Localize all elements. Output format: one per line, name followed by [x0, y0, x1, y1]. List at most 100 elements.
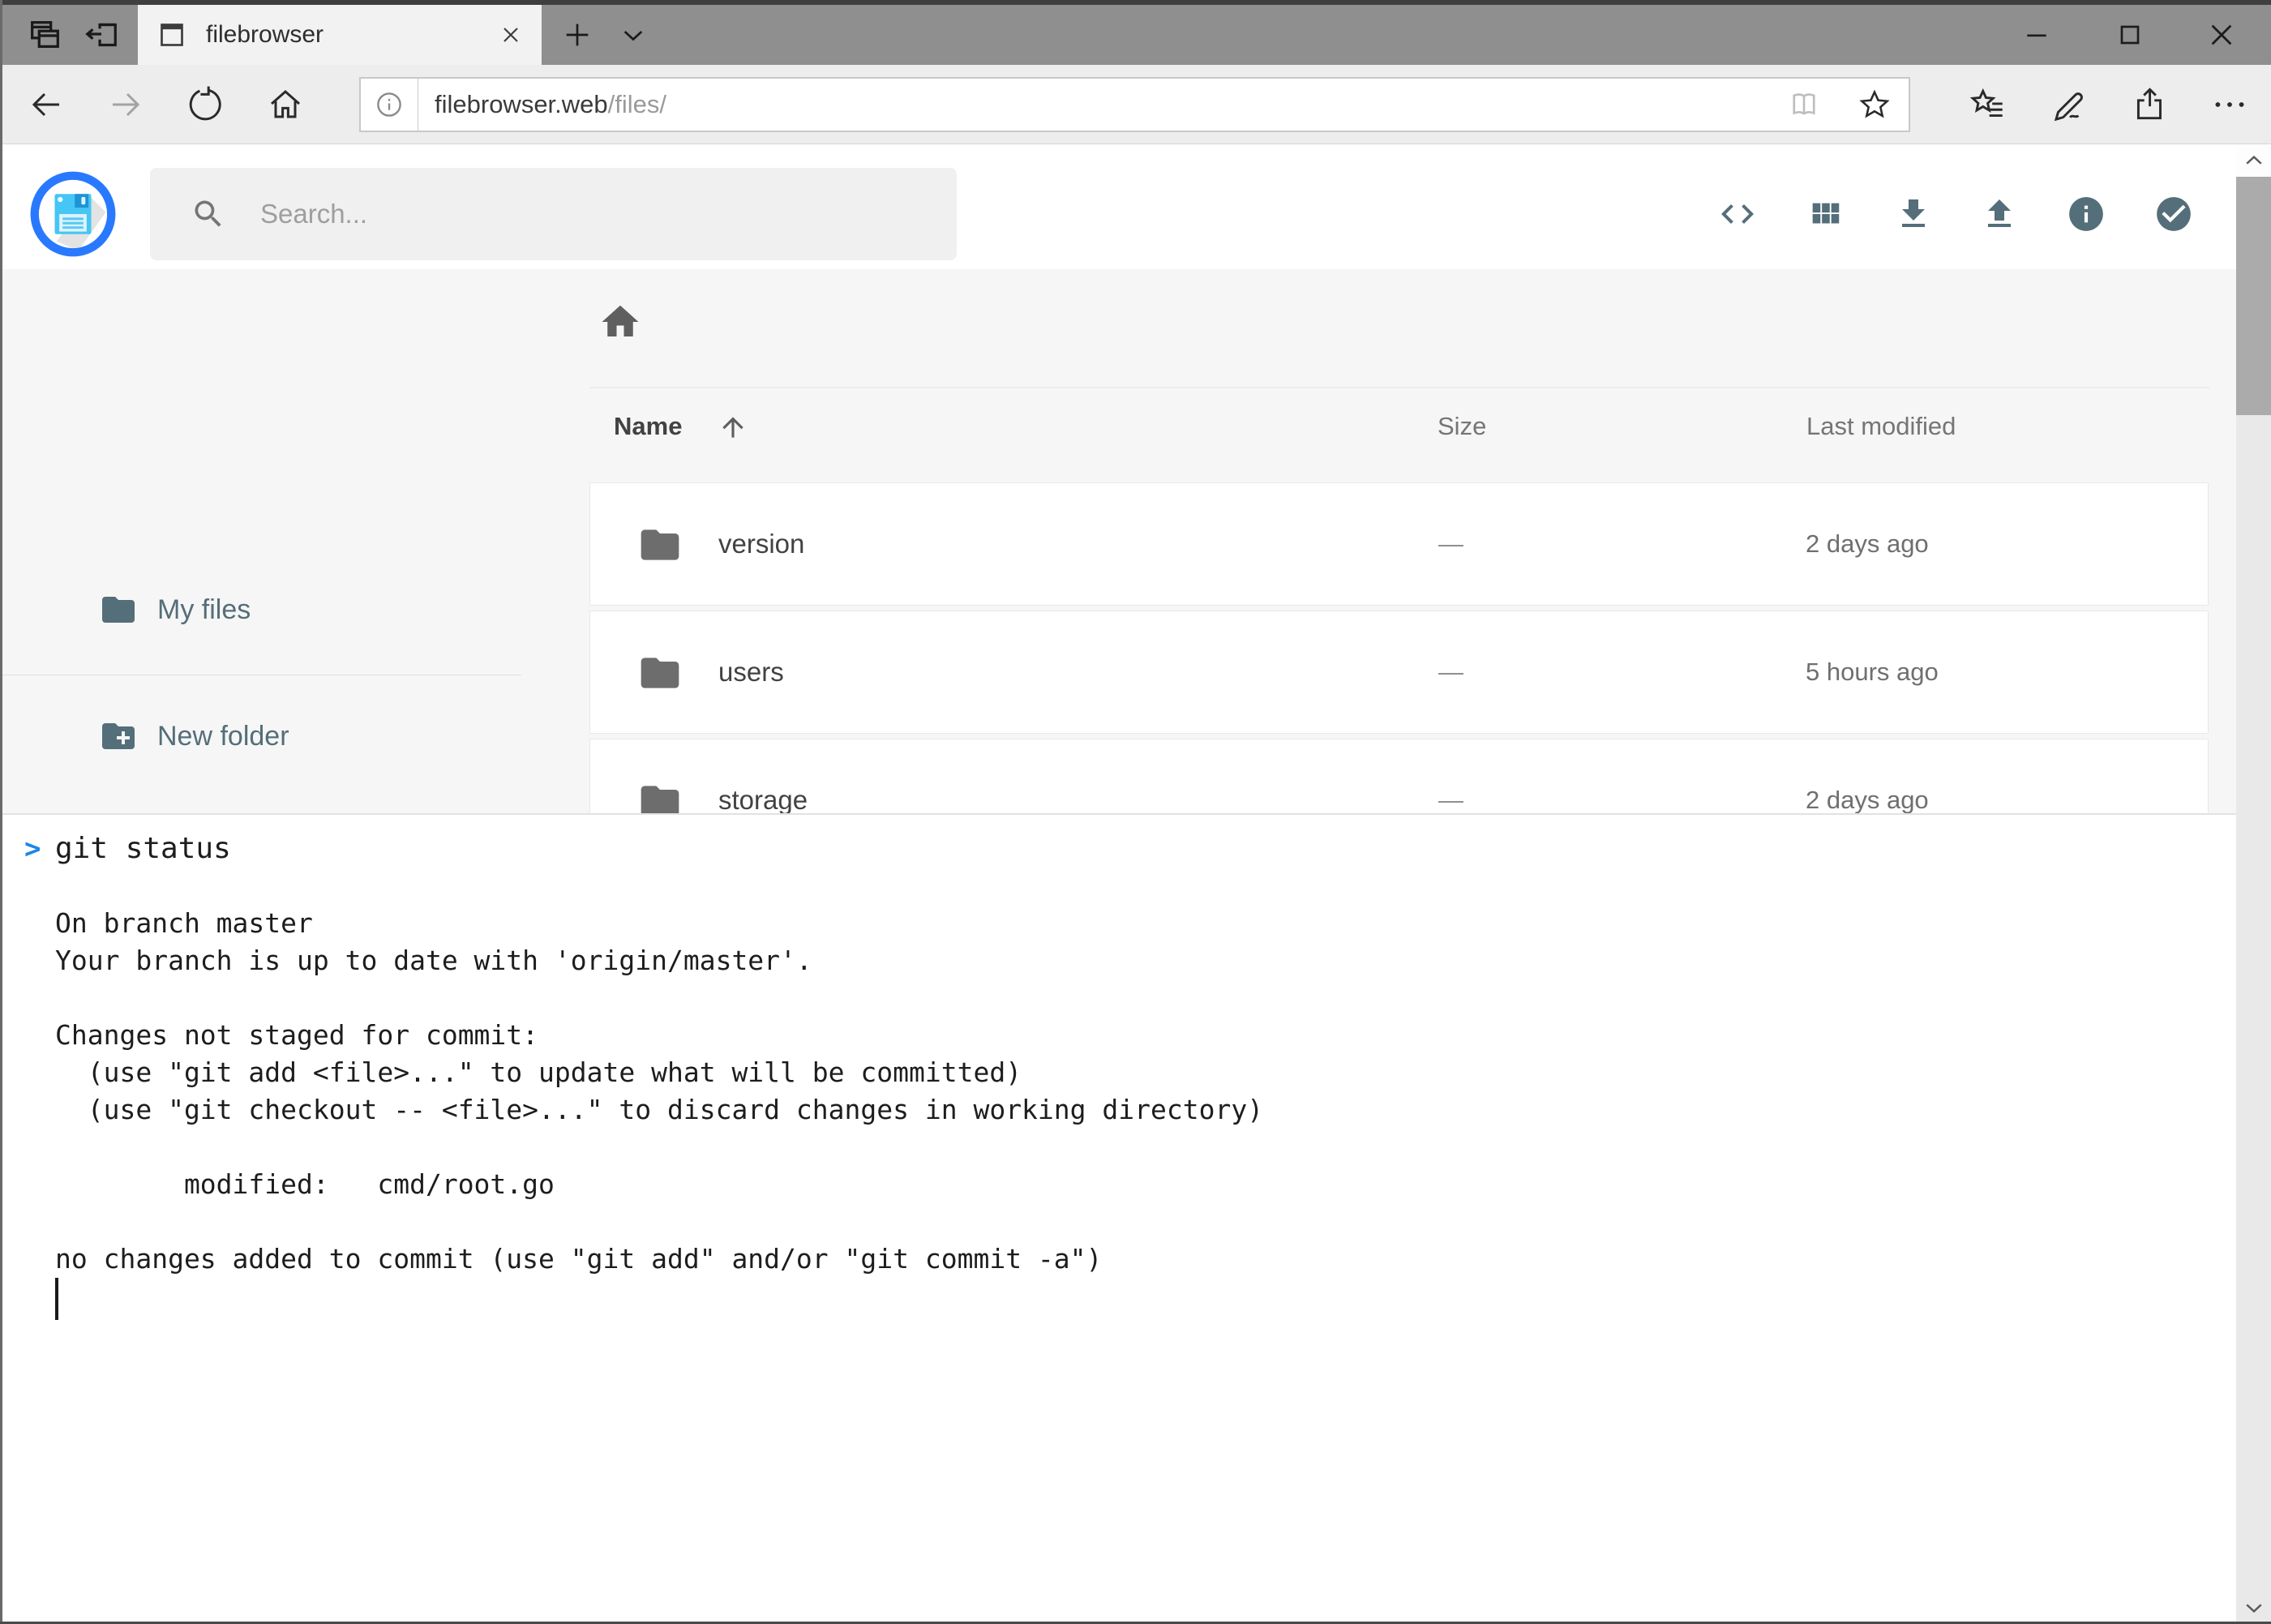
favorites-hub-button[interactable] — [1959, 76, 2017, 133]
maximize-icon — [2114, 19, 2146, 51]
download-button[interactable] — [1889, 190, 1938, 238]
sidebar: My files New folder New file Settings — [0, 269, 521, 813]
annotate-pen-icon — [2049, 84, 2089, 125]
file-name: users — [718, 611, 784, 733]
file-modified: 5 hours ago — [1806, 611, 1939, 733]
tabs-dropdown-button[interactable] — [606, 5, 660, 65]
sort-arrow-up-icon[interactable] — [718, 412, 748, 443]
scroll-down-icon — [2242, 1596, 2266, 1620]
minimize-icon — [2020, 19, 2053, 51]
reading-view-icon[interactable] — [1787, 88, 1821, 122]
browser-home-icon — [266, 85, 305, 124]
terminal-panel[interactable]: >git status On branch master Your branch… — [0, 813, 2236, 1624]
filebrowser-logo-icon — [29, 170, 117, 258]
code-view-button[interactable] — [1713, 190, 1762, 238]
listing-divider — [589, 387, 2210, 388]
minimize-button[interactable] — [2010, 5, 2063, 65]
file-name: version — [718, 483, 804, 605]
info-circle-icon — [2066, 194, 2106, 234]
folder-icon — [637, 650, 683, 696]
window-border-left — [0, 0, 2, 1624]
code-icon — [1718, 195, 1757, 234]
grid-view-icon — [1806, 195, 1844, 233]
back-button[interactable] — [18, 76, 75, 133]
sidebar-item-my-files[interactable]: My files — [0, 582, 521, 637]
tab-close-icon[interactable] — [498, 22, 524, 48]
terminal-cursor — [55, 1278, 58, 1320]
favorites-hub-icon — [1968, 84, 2008, 125]
annotate-button[interactable] — [2040, 76, 2098, 133]
url-path: /files/ — [608, 90, 666, 118]
file-size: — — [1438, 739, 1463, 813]
refresh-button[interactable] — [176, 76, 233, 133]
share-icon — [2130, 84, 2170, 125]
column-header-modified[interactable]: Last modified — [1806, 409, 1956, 444]
browser-tab[interactable]: filebrowser — [138, 5, 542, 65]
address-bar: filebrowser.web/files/ — [0, 65, 2271, 144]
favorite-star-icon[interactable] — [1857, 87, 1892, 122]
forward-button[interactable] — [97, 76, 154, 133]
forward-icon — [106, 85, 145, 124]
file-modified: 2 days ago — [1806, 483, 1929, 605]
tab-previews-button[interactable] — [18, 5, 71, 65]
app-logo[interactable] — [29, 170, 117, 258]
url-host: filebrowser.web — [435, 90, 608, 118]
search-icon — [191, 196, 226, 232]
search-box[interactable] — [150, 168, 957, 260]
file-row-users[interactable]: users — 5 hours ago — [589, 611, 2209, 734]
search-input[interactable] — [259, 198, 927, 230]
file-row-storage[interactable]: storage — 2 days ago — [589, 739, 2209, 813]
tab-previews-icon — [26, 16, 63, 54]
scroll-down-button[interactable] — [2236, 1592, 2271, 1624]
file-size: — — [1438, 483, 1463, 605]
info-button[interactable] — [2062, 190, 2110, 238]
folder-plus-icon — [99, 717, 138, 756]
close-icon — [2205, 18, 2239, 52]
terminal-command: git status — [55, 832, 231, 865]
select-button[interactable] — [2149, 190, 2198, 238]
column-header-name[interactable]: Name — [614, 409, 682, 444]
content-area: My files New folder New file Settings — [0, 269, 2236, 813]
scrollbar-thumb[interactable] — [2236, 177, 2271, 415]
close-button[interactable] — [2195, 5, 2248, 65]
file-listing: Name Size Last modified version — 2 days… — [521, 269, 2236, 813]
maximize-button[interactable] — [2103, 5, 2157, 65]
back-icon — [27, 85, 66, 124]
prompt-chevron: > — [24, 830, 41, 868]
more-options-icon — [2209, 84, 2250, 125]
url-box[interactable]: filebrowser.web/files/ — [359, 77, 1910, 132]
share-button[interactable] — [2121, 76, 2179, 133]
more-options-button[interactable] — [2200, 76, 2259, 133]
refresh-icon — [185, 85, 224, 124]
titlebar: filebrowser — [0, 0, 2271, 65]
folder-icon — [637, 522, 683, 568]
set-tabs-aside-icon — [83, 16, 120, 54]
download-icon — [1894, 195, 1933, 234]
upload-icon — [1980, 195, 2019, 234]
page-scrollbar[interactable] — [2236, 144, 2271, 1624]
browser-home-button[interactable] — [257, 76, 314, 133]
file-modified: 2 days ago — [1806, 739, 1929, 813]
check-circle-icon — [2153, 194, 2194, 234]
terminal-prompt-line: >git status — [55, 830, 2236, 868]
new-tab-icon — [561, 19, 593, 51]
sidebar-item-label: New folder — [157, 721, 289, 752]
grid-view-button[interactable] — [1801, 190, 1849, 238]
new-tab-button[interactable] — [553, 5, 602, 65]
folder-icon — [637, 778, 683, 813]
folder-icon — [99, 590, 138, 629]
sidebar-item-label: My files — [157, 594, 251, 626]
tab-title: filebrowser — [206, 21, 324, 49]
site-info-icon[interactable] — [374, 89, 405, 120]
breadcrumb-home-icon[interactable] — [598, 300, 642, 344]
sidebar-item-new-folder[interactable]: New folder — [0, 709, 521, 764]
scroll-up-button[interactable] — [2236, 144, 2271, 177]
set-tabs-aside-button[interactable] — [75, 5, 128, 65]
column-header-size[interactable]: Size — [1438, 409, 1486, 444]
page-icon — [156, 19, 188, 51]
terminal-output: On branch master Your branch is up to da… — [55, 868, 2236, 1278]
upload-button[interactable] — [1975, 190, 2024, 238]
url-text[interactable]: filebrowser.web/files/ — [435, 90, 666, 119]
chevron-down-icon — [618, 19, 649, 50]
file-row-version[interactable]: version — 2 days ago — [589, 482, 2209, 606]
